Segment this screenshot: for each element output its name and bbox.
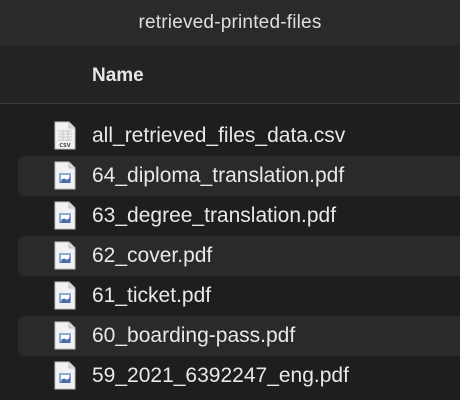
- pdf-file-icon: [54, 361, 76, 390]
- pdf-file-icon: [54, 241, 76, 270]
- csv-badge-text: CSV: [59, 143, 70, 149]
- file-name: 59_2021_6392247_eng.pdf: [92, 364, 349, 387]
- file-row[interactable]: 61_ticket.pdf: [0, 276, 460, 316]
- file-name: 64_diploma_translation.pdf: [92, 164, 345, 187]
- window-titlebar[interactable]: retrieved-printed-files: [0, 0, 460, 46]
- pdf-file-icon: [54, 161, 76, 190]
- file-name: 60_boarding-pass.pdf: [92, 324, 296, 347]
- csv-file-icon: CSV: [54, 121, 76, 150]
- file-row[interactable]: 60_boarding-pass.pdf: [0, 316, 460, 356]
- file-row[interactable]: 59_2021_6392247_eng.pdf: [0, 356, 460, 396]
- pdf-file-icon: [54, 201, 76, 230]
- file-row[interactable]: 63_degree_translation.pdf: [0, 196, 460, 236]
- finder-window: retrieved-printed-files Name CSV all_ret…: [0, 0, 460, 400]
- file-row[interactable]: 64_diploma_translation.pdf: [0, 156, 460, 196]
- pdf-file-icon: [54, 321, 76, 350]
- file-list: CSV all_retrieved_files_data.csv 64_dipl…: [0, 116, 460, 396]
- pdf-file-icon: [54, 281, 76, 310]
- file-name: 61_ticket.pdf: [92, 284, 212, 307]
- file-name: 63_degree_translation.pdf: [92, 204, 337, 227]
- name-column-header[interactable]: Name: [92, 65, 144, 87]
- window-title: retrieved-printed-files: [138, 12, 322, 33]
- file-name: all_retrieved_files_data.csv: [92, 124, 346, 147]
- file-row[interactable]: 62_cover.pdf: [0, 236, 460, 276]
- column-header-bar: Name: [0, 46, 460, 104]
- file-name: 62_cover.pdf: [92, 244, 213, 267]
- file-row[interactable]: CSV all_retrieved_files_data.csv: [0, 116, 460, 156]
